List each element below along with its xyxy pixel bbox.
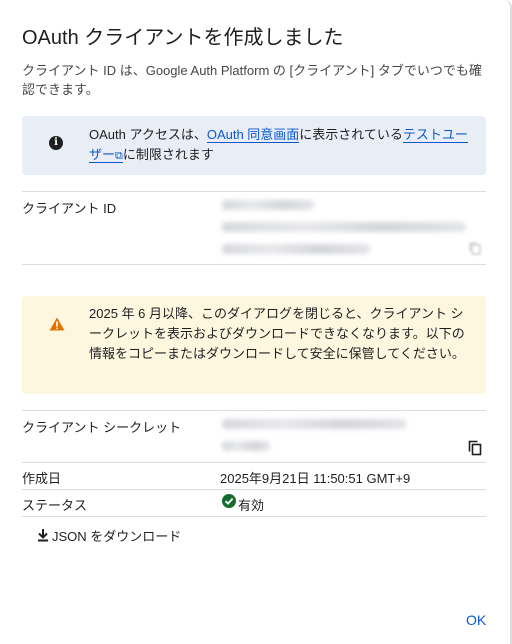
divider bbox=[22, 410, 486, 411]
divider bbox=[22, 191, 486, 192]
info-text-after: に制限されます bbox=[122, 147, 214, 162]
check-circle-icon bbox=[222, 494, 236, 508]
divider bbox=[22, 264, 486, 265]
client-secret-label: クライアント シークレット bbox=[22, 420, 182, 435]
open-in-new-icon: ⧉ bbox=[115, 150, 123, 162]
status-value: 有効 bbox=[238, 498, 265, 513]
dialog-subtitle: クライアント ID は、Google Auth Platform の [クライア… bbox=[22, 63, 482, 97]
info-text: OAuth アクセスは、OAuth 同意画面に表示されているテストユーザー⧉に制… bbox=[89, 125, 469, 166]
warning-icon bbox=[49, 317, 65, 331]
client-id-label: クライアント ID bbox=[22, 201, 117, 216]
info-text-middle: に表示されている bbox=[299, 127, 403, 142]
divider bbox=[22, 489, 486, 490]
warning-text: 2025 年 6 月以降、このダイアログを閉じると、クライアント シークレットを… bbox=[89, 306, 465, 361]
created-date-value: 2025年9月21日 11:50:51 GMT+9 bbox=[220, 471, 411, 486]
oauth-consent-link[interactable]: OAuth 同意画面 bbox=[206, 127, 300, 143]
ok-button[interactable]: OK bbox=[466, 612, 486, 628]
info-text-before: OAuth アクセスは、 bbox=[89, 127, 207, 142]
dialog-title: OAuth クライアントを作成しました bbox=[22, 27, 344, 49]
created-date-label: 作成日 bbox=[22, 471, 62, 486]
status-label: ステータス bbox=[22, 498, 88, 513]
oauth-client-created-dialog: OAuth クライアントを作成しました クライアント ID は、Google A… bbox=[0, 0, 512, 644]
info-banner: i OAuth アクセスは、OAuth 同意画面に表示されているテストユーザー⧉… bbox=[22, 116, 486, 175]
copy-client-id-icon[interactable] bbox=[468, 241, 484, 257]
download-json-label: JSON をダウンロード bbox=[52, 528, 182, 544]
divider bbox=[22, 462, 486, 463]
download-json-button[interactable]: JSON をダウンロード bbox=[36, 524, 181, 546]
copy-client-secret-icon[interactable] bbox=[468, 440, 484, 456]
info-icon: i bbox=[49, 136, 63, 150]
download-icon bbox=[38, 529, 48, 542]
warning-banner: 2025 年 6 月以降、このダイアログを閉じると、クライアント シークレットを… bbox=[22, 296, 486, 394]
divider bbox=[22, 516, 486, 517]
